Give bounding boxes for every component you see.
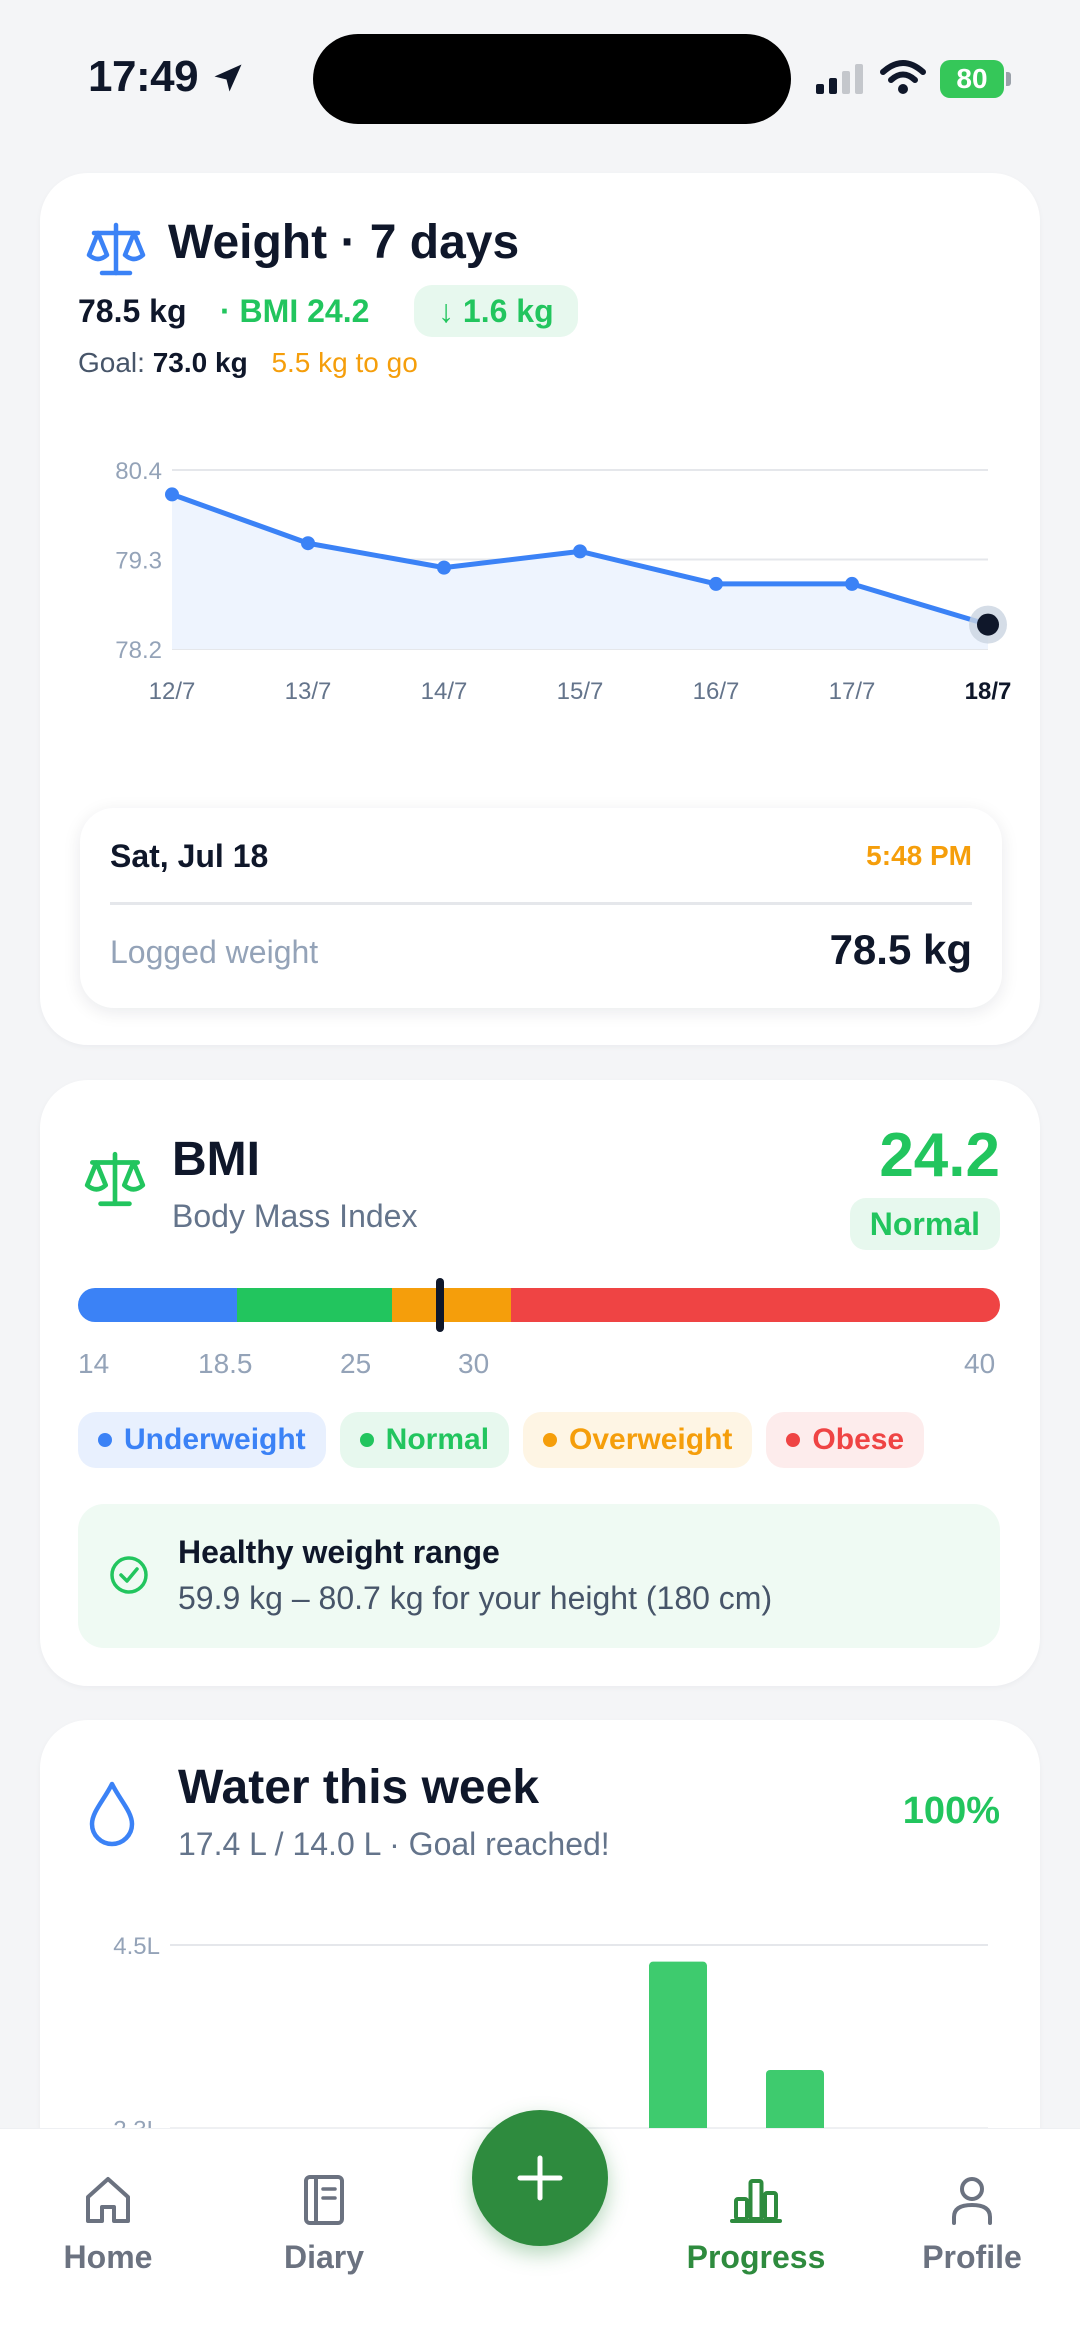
- cellular-signal-icon: [816, 64, 863, 94]
- bmi-gauge-bar: [78, 1288, 1000, 1322]
- water-card-subtitle: 17.4 L / 14.0 L · Goal reached!: [178, 1826, 610, 1862]
- scale-balance-icon: [84, 1151, 146, 1207]
- bmi-status-badge: Normal: [849, 1198, 1000, 1250]
- home-icon: [86, 2177, 130, 2223]
- bmi-subtitle: Body Mass Index: [172, 1198, 418, 1234]
- legend-label: Obese: [812, 1423, 905, 1456]
- data-point: [573, 544, 587, 559]
- x-tick-label: 16/7: [693, 678, 740, 705]
- data-point: [165, 487, 179, 502]
- y-tick-label: 80.4: [115, 458, 162, 485]
- weight-card[interactable]: Weight · 7 days 78.5 kg · BMI 24.2 ↓ 1.6…: [40, 173, 1040, 1045]
- data-point: [709, 576, 723, 591]
- water-drop-icon: [89, 1781, 135, 1847]
- legend-chip-overweight: Overweight: [523, 1412, 753, 1468]
- legend-dot: [786, 1433, 801, 1447]
- current-bmi: · BMI 24.2: [220, 293, 370, 329]
- current-weight: 78.5 kg: [78, 293, 187, 329]
- healthy-range-text: 59.9 kg – 80.7 kg for your height (180 c…: [178, 1580, 773, 1616]
- bmi-scale-label: 25: [340, 1348, 372, 1379]
- nav-diary[interactable]: Diary: [234, 2169, 414, 2276]
- nav-profile-label: Profile: [922, 2239, 1022, 2275]
- bmi-legend: Underweight Normal Overweight Obese: [78, 1412, 925, 1468]
- y-tick-label: 4.5L: [113, 1933, 160, 1960]
- x-tick-label: 15/7: [557, 678, 604, 705]
- legend-dot: [543, 1433, 558, 1447]
- y-tick-label: 78.2: [115, 637, 162, 664]
- legend-label: Normal: [385, 1423, 490, 1456]
- nav-profile[interactable]: Profile: [882, 2169, 1062, 2276]
- scale-balance-icon: [86, 222, 146, 276]
- bar-chart-icon: [730, 2179, 782, 2223]
- legend-dot: [359, 1433, 374, 1447]
- bmi-value: 24.2: [879, 1121, 1000, 1190]
- nav-progress-label: Progress: [686, 2239, 826, 2275]
- x-tick-label: 12/7: [149, 678, 196, 705]
- nav-home[interactable]: Home: [18, 2169, 198, 2276]
- tooltip-time: 5:48 PM: [866, 840, 972, 871]
- wifi-icon: [880, 60, 926, 94]
- legend-chip-normal: Normal: [339, 1412, 510, 1468]
- bmi-marker: [435, 1278, 444, 1332]
- legend-dot: [98, 1433, 112, 1447]
- goal-value: 73.0 kg: [152, 347, 248, 378]
- location-arrow-icon: [214, 64, 242, 92]
- goal-line: Goal: 73.0 kg 5.5 kg to go: [78, 347, 418, 379]
- water-card-title: Water this week: [178, 1761, 540, 1814]
- weight-change-badge: ↓ 1.6 kg: [414, 285, 578, 337]
- person-icon: [952, 2177, 992, 2225]
- legend-chip-obese: Obese: [766, 1412, 925, 1468]
- battery-indicator: 80: [940, 60, 1012, 98]
- tooltip-value: 78.5 kg: [829, 926, 972, 973]
- x-tick-label: 13/7: [285, 678, 332, 705]
- status-time: 17:49: [88, 52, 199, 101]
- water-percent: 100%: [902, 1790, 1000, 1832]
- healthy-range-title: Healthy weight range: [178, 1534, 500, 1570]
- legend-chip-underweight: Underweight: [78, 1412, 326, 1468]
- goal-remaining: 5.5 kg to go: [271, 347, 418, 378]
- nav-home-label: Home: [63, 2239, 153, 2275]
- weight-area-fill: [172, 494, 988, 649]
- y-tick-label: 79.3: [115, 548, 162, 575]
- x-tick-label: 17/7: [829, 678, 876, 705]
- status-bar: 17:49 80: [0, 0, 1080, 150]
- dynamic-island: [313, 34, 791, 124]
- check-circle-icon: [110, 1556, 148, 1594]
- bmi-title: BMI: [172, 1133, 260, 1186]
- weight-line-chart[interactable]: 80.4 79.3 78.2 12/7 13/7 14/7 15/7 16/7 17/7 18/7: [40, 413, 1040, 753]
- x-tick-label: 18/7: [965, 678, 1012, 705]
- tooltip-date: Sat, Jul 18: [110, 838, 269, 874]
- tooltip-label: Logged weight: [110, 934, 319, 970]
- legend-label: Overweight: [569, 1423, 733, 1456]
- bmi-segment-normal: [237, 1288, 392, 1322]
- data-point: [845, 576, 859, 591]
- bmi-segment-underweight: [78, 1288, 237, 1322]
- battery-level: 80: [940, 60, 1004, 98]
- healthy-range-box: Healthy weight range 59.9 kg – 80.7 kg f…: [78, 1504, 1000, 1648]
- goal-label: Goal:: [78, 347, 145, 378]
- data-point: [437, 560, 451, 575]
- selected-entry-tooltip: Sat, Jul 18 5:48 PM Logged weight 78.5 k…: [80, 808, 1002, 1008]
- selected-data-point: [977, 613, 999, 636]
- battery-tip: [1006, 72, 1011, 86]
- add-entry-button[interactable]: [472, 2110, 608, 2246]
- bmi-scale-label: 40: [964, 1348, 996, 1379]
- bmi-scale-label: 14: [78, 1348, 110, 1379]
- bmi-card[interactable]: BMI Body Mass Index 24.2 Normal 14 18.5 …: [40, 1080, 1040, 1686]
- x-tick-label: 14/7: [421, 678, 468, 705]
- bmi-segment-overweight: [392, 1288, 511, 1322]
- nav-diary-label: Diary: [283, 2239, 365, 2275]
- data-point: [301, 536, 315, 551]
- nav-progress[interactable]: Progress: [666, 2169, 846, 2276]
- weight-card-title: Weight · 7 days: [168, 216, 520, 269]
- plus-icon: [517, 2155, 563, 2201]
- notebook-icon: [304, 2175, 344, 2225]
- tooltip-divider: [110, 902, 972, 905]
- bmi-segment-obese: [511, 1288, 1000, 1322]
- bmi-scale-label: 30: [458, 1348, 490, 1379]
- legend-label: Underweight: [124, 1423, 306, 1456]
- bmi-scale-label: 18.5: [198, 1348, 253, 1379]
